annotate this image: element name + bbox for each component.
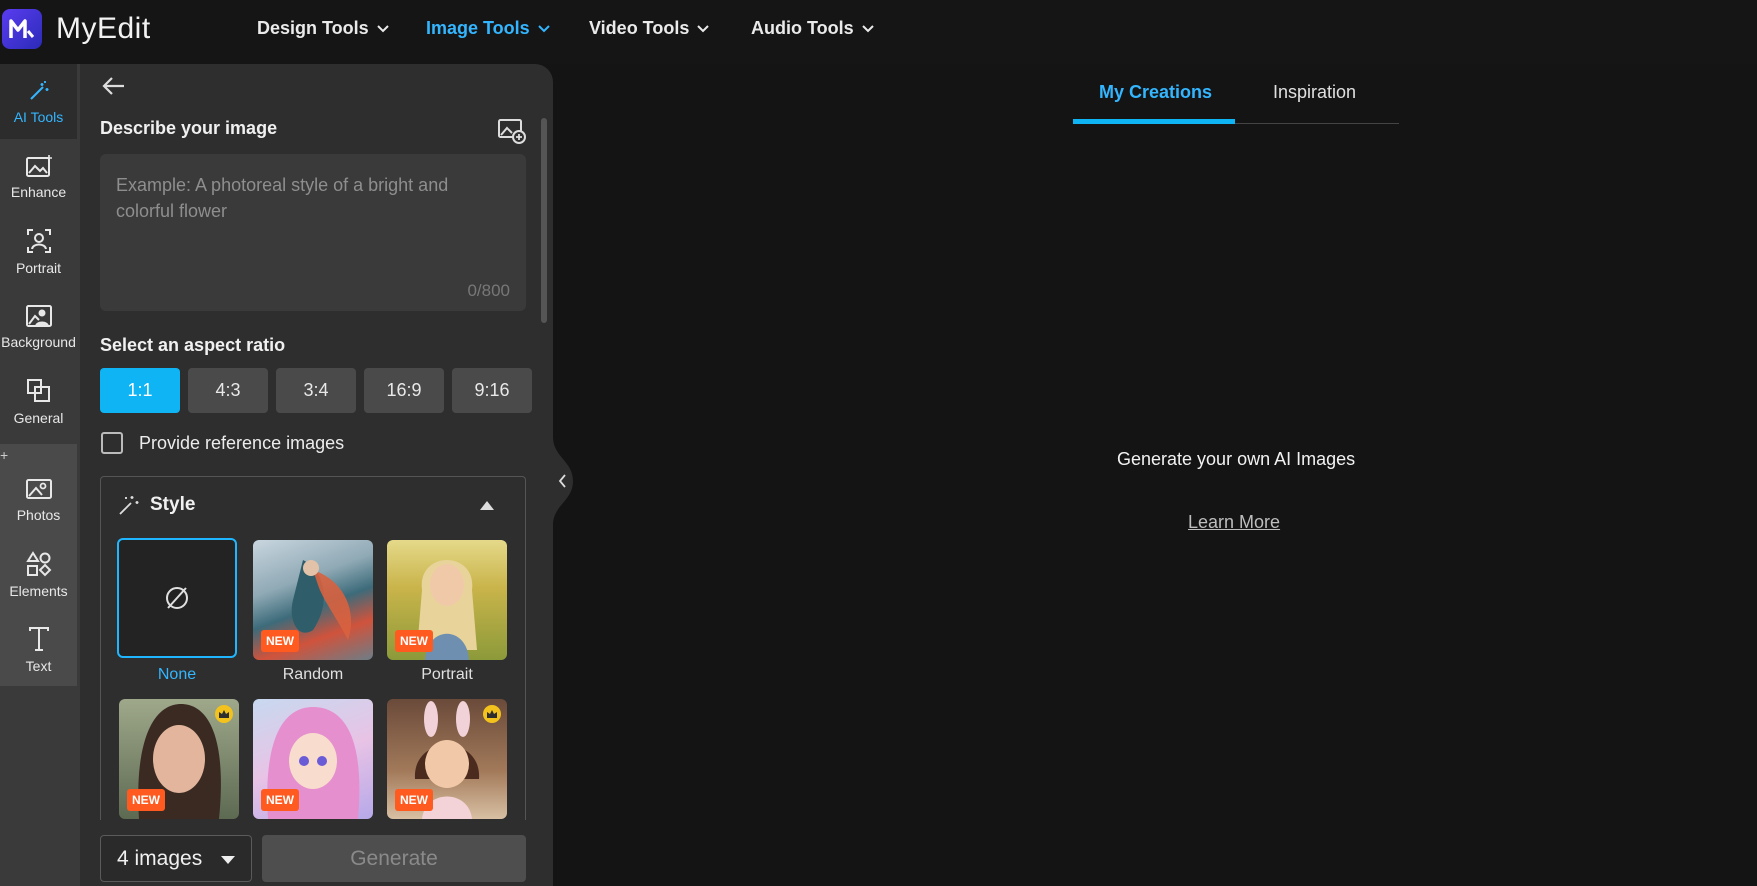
rail-item-text[interactable]: Text [0, 612, 77, 687]
rail-label: AI Tools [13, 108, 64, 125]
style-tile-3d[interactable]: NEW [387, 699, 507, 819]
reference-images-option[interactable]: Provide reference images [101, 432, 344, 454]
reference-label: Provide reference images [139, 432, 345, 453]
new-badge: NEW [261, 630, 299, 652]
rail-label: Text [25, 657, 52, 674]
nav-video-tools[interactable]: Video Tools [589, 18, 710, 39]
ratio-1-1-button[interactable]: 1:1 [100, 368, 180, 413]
style-label: Portrait [421, 666, 473, 683]
panel-scrollbar[interactable] [541, 118, 547, 323]
text-icon [28, 626, 49, 651]
rail-item-elements[interactable]: Elements [0, 537, 77, 612]
crown-icon [483, 705, 501, 723]
new-badge: NEW [127, 789, 165, 811]
app-logo[interactable]: MyEdit [2, 9, 151, 49]
chevron-down-icon [376, 24, 389, 32]
collapse-panel-icon[interactable] [553, 437, 573, 525]
active-tab-indicator [1073, 119, 1235, 124]
chevron-down-icon [537, 24, 550, 32]
myedit-logo-icon [2, 9, 42, 49]
nav-label: Video Tools [589, 18, 690, 38]
empty-state-title: Generate your own AI Images [1117, 449, 1356, 469]
ratio-4-3-button[interactable]: 4:3 [188, 368, 268, 413]
style-tile-realistic[interactable]: NEW [119, 699, 239, 819]
style-tile-random[interactable]: NEW [253, 540, 373, 660]
style-header[interactable]: Style [118, 494, 195, 516]
magic-wand-icon [119, 496, 139, 515]
image-count-select[interactable]: 4 images [100, 835, 252, 882]
nav-image-tools[interactable]: Image Tools [426, 18, 550, 39]
nav-label: Design Tools [257, 18, 369, 38]
collapse-arrow-icon[interactable] [480, 501, 494, 510]
portrait-icon [26, 228, 51, 253]
magic-wand-icon [29, 80, 48, 100]
rail-label: Enhance [10, 183, 67, 200]
upload-image-icon[interactable] [498, 118, 526, 144]
rail-item-background[interactable]: Background [0, 289, 77, 364]
aspect-title: Select an aspect ratio [100, 335, 286, 355]
chevron-down-icon [861, 24, 874, 32]
rail-label: Photos [16, 506, 61, 523]
rail-item-photos[interactable]: Photos [0, 462, 77, 537]
top-bar: MyEdit Design Tools Image Tools Video To… [0, 0, 1757, 64]
crop-icon [26, 378, 50, 402]
reference-checkbox[interactable] [101, 432, 123, 454]
photo-icon [25, 478, 52, 499]
shapes-icon [25, 550, 51, 576]
ratio-16-9-button[interactable]: 16:9 [364, 368, 444, 413]
creations-tabs: My Creations Inspiration [1073, 64, 1399, 124]
image-count-value: 4 images [117, 846, 203, 870]
prompt-input[interactable] [100, 154, 526, 311]
nav-label: Image Tools [426, 18, 530, 38]
crown-icon [215, 705, 233, 723]
none-icon [166, 587, 188, 609]
char-counter: 0/800 [467, 281, 510, 300]
caret-down-icon [221, 856, 235, 864]
aspect-ratio-group: 1:1 4:3 3:4 16:9 9:16 [100, 368, 532, 413]
nav-design-tools[interactable]: Design Tools [257, 18, 389, 39]
new-badge: NEW [395, 789, 433, 811]
rail-label: Background [1, 333, 76, 350]
image-sparkle-icon [25, 154, 52, 177]
rail-item-enhance[interactable]: Enhance [0, 139, 77, 214]
back-arrow-icon[interactable] [102, 76, 126, 96]
tab-my-creations[interactable]: My Creations [1099, 82, 1212, 103]
tab-inspiration[interactable]: Inspiration [1273, 82, 1356, 103]
nav-label: Audio Tools [751, 18, 854, 38]
prompt-field[interactable]: 0/800 [100, 154, 526, 311]
rail-item-general[interactable]: General [0, 364, 77, 439]
learn-more-link[interactable]: Learn More [1188, 512, 1280, 533]
ratio-3-4-button[interactable]: 3:4 [276, 368, 356, 413]
rail-label: Portrait [15, 259, 62, 276]
app-name: MyEdit [56, 12, 151, 45]
new-badge: NEW [395, 630, 433, 652]
rail-item-portrait[interactable]: Portrait [0, 214, 77, 289]
rail-label: General [13, 409, 64, 426]
rail-item-ai-tools[interactable]: AI Tools [0, 64, 77, 139]
chevron-down-icon [697, 24, 710, 32]
new-badge: NEW [261, 789, 299, 811]
style-tile-anime[interactable]: NEW [253, 699, 373, 819]
style-title: Style [150, 494, 196, 515]
ratio-9-16-button[interactable]: 9:16 [452, 368, 532, 413]
style-tile-portrait[interactable]: NEW [387, 540, 507, 660]
background-icon [25, 304, 52, 327]
style-label: Random [282, 666, 344, 683]
style-label: None [157, 666, 197, 683]
describe-title: Describe your image [100, 118, 278, 138]
nav-audio-tools[interactable]: Audio Tools [751, 18, 874, 39]
rail-label: Elements [9, 582, 68, 599]
style-tile-none[interactable] [117, 538, 237, 658]
tool-rail: + AI Tools Enhance Portrait Background G… [0, 64, 80, 886]
generate-button[interactable]: Generate [262, 835, 526, 882]
plus-icon: + [0, 447, 9, 463]
